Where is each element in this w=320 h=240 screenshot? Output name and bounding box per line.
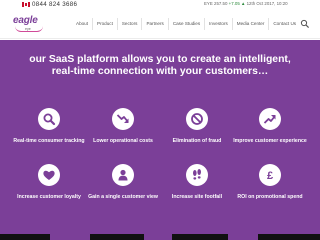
uk-flag-icon	[22, 2, 30, 7]
nav-case-studies[interactable]: Case Studies	[169, 18, 206, 30]
trending-up-icon	[263, 115, 276, 124]
stock-ticker: EYE 257.50 +7.05 ▲ 12th Oct 2017, 10:20	[204, 1, 288, 6]
feature-single-view: Gain a single customer view	[83, 164, 163, 200]
ticker-date: 12th Oct 2017, 10:20	[246, 1, 288, 6]
feature-roi: £ ROI on promotional spend	[230, 164, 310, 200]
nav-media-center[interactable]: Media Center	[233, 18, 270, 30]
feature-icon-circle	[112, 164, 134, 186]
nav-sectors[interactable]: Sectors	[118, 18, 143, 30]
feature-label: Real-time consumer tracking	[13, 138, 85, 144]
search-icon	[43, 113, 56, 126]
nav-product[interactable]: Product	[93, 18, 118, 30]
top-bar: 0844 824 3686 EYE 257.50 +7.05 ▲ 12th Oc…	[0, 0, 320, 9]
heart-icon	[43, 170, 55, 180]
feature-tracking: Real-time consumer tracking	[9, 108, 89, 144]
feature-costs: Lower operational costs	[83, 108, 163, 144]
logo-text: eagle	[13, 15, 38, 26]
phone-number[interactable]: 0844 824 3686	[32, 1, 77, 8]
eagle-eye-logo[interactable]: eagle eye	[12, 12, 46, 36]
feature-label: Elimination of fraud	[172, 138, 222, 144]
feature-loyalty: Increase customer loyalty	[9, 164, 89, 200]
thumbnail[interactable]	[90, 234, 144, 240]
feature-footfall: Increase site footfall	[157, 164, 237, 200]
hero-section: our SaaS platform allows you to create a…	[0, 40, 320, 240]
trending-down-icon	[116, 114, 129, 123]
logo-sub: eye	[25, 27, 31, 31]
thumbnail-strip	[0, 234, 320, 240]
ticker-symbol: EYE 257.50	[204, 1, 228, 6]
feature-icon-circle	[186, 108, 208, 130]
feature-icon-circle	[259, 108, 281, 130]
feature-fraud: Elimination of fraud	[157, 108, 237, 144]
feature-icon-circle	[38, 108, 60, 130]
feature-label: Increase customer loyalty	[17, 194, 81, 200]
footsteps-icon	[193, 169, 201, 180]
thumbnail[interactable]	[172, 234, 228, 240]
feature-icon-circle: £	[259, 164, 281, 186]
thumbnail[interactable]	[0, 234, 50, 240]
feature-label: Gain a single customer view	[88, 194, 158, 200]
ticker-change: +7.05 ▲	[228, 1, 246, 6]
feature-icon-circle	[38, 164, 60, 186]
site-header: eagle eye About Product Sectors Partners…	[0, 9, 320, 39]
feature-label: Increase site footfall	[171, 194, 223, 200]
pound-icon: £	[267, 170, 273, 182]
hero-headline: our SaaS platform allows you to create a…	[29, 54, 291, 77]
feature-label: ROI on promotional spend	[237, 194, 303, 200]
no-fraud-icon	[191, 113, 203, 125]
search-icon[interactable]	[300, 19, 310, 29]
feature-experience: Improve customer experience	[230, 108, 310, 144]
nav-investors[interactable]: Investors	[205, 18, 233, 30]
nav-contact-us[interactable]: Contact Us	[269, 18, 300, 30]
feature-icon-circle	[186, 164, 208, 186]
feature-label: Lower operational costs	[93, 138, 153, 144]
user-icon	[118, 169, 128, 181]
svg-text:£: £	[267, 170, 273, 182]
feature-icon-circle	[112, 108, 134, 130]
thumbnail[interactable]	[258, 234, 320, 240]
nav-partners[interactable]: Partners	[142, 18, 169, 30]
nav-about[interactable]: About	[72, 18, 94, 30]
feature-label: Improve customer experience	[233, 138, 307, 144]
main-nav: About Product Sectors Partners Case Stud…	[72, 9, 300, 39]
